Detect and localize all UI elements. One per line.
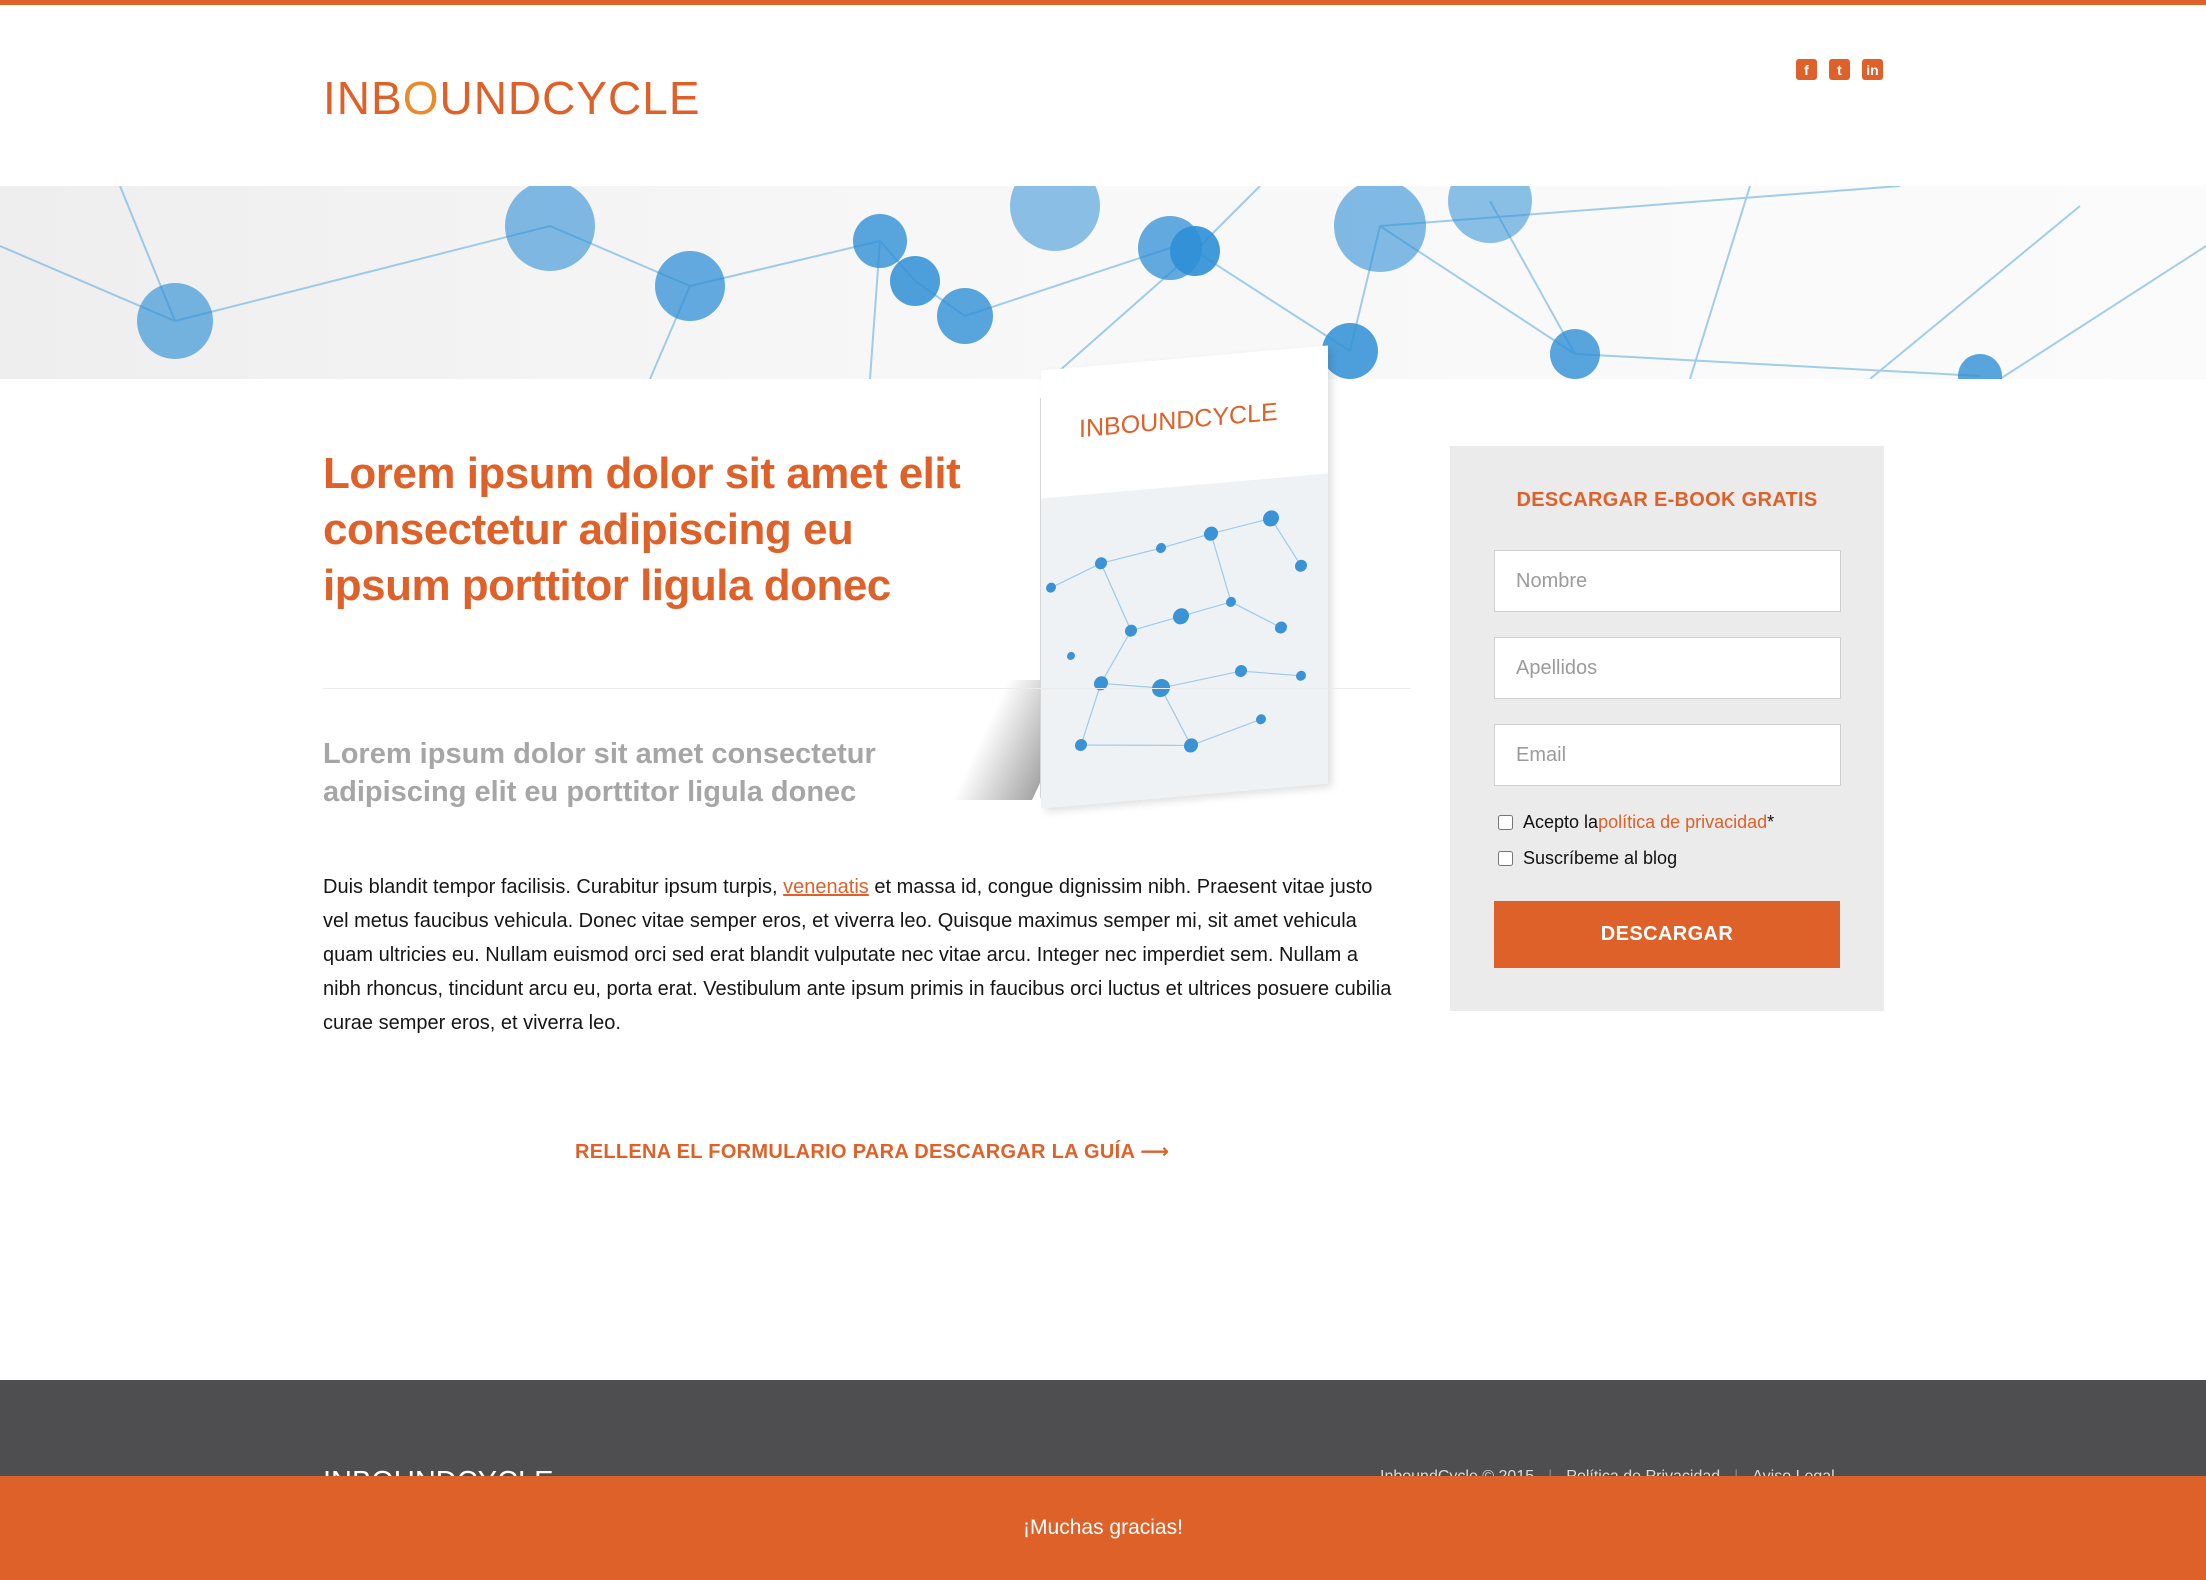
book-cover: INBOUNDCYCLE — [1041, 345, 1328, 809]
form-cta-link[interactable]: RELLENA EL FORMULARIO PARA DESCARGAR LA … — [575, 1139, 1169, 1164]
facebook-icon[interactable]: f — [1796, 59, 1817, 80]
download-button[interactable]: DESCARGAR — [1494, 901, 1840, 968]
social-links: f t in — [1796, 59, 1883, 80]
page-title: Lorem ipsum dolor sit amet elit consecte… — [323, 449, 961, 610]
brand-logo[interactable]: INBOUNDCYCLE — [323, 75, 701, 121]
linkedin-icon[interactable]: in — [1862, 59, 1883, 80]
page-subtitle: Lorem ipsum dolor sit amet consectetur a… — [323, 738, 876, 808]
twitter-icon[interactable]: t — [1829, 59, 1850, 80]
privacy-policy-link[interactable]: política de privacidad — [1598, 812, 1767, 833]
first-name-input[interactable] — [1494, 550, 1841, 612]
download-form: DESCARGAR E-BOOK GRATIS Acepto la políti… — [1450, 446, 1884, 1011]
content-divider — [323, 688, 1411, 689]
body-inline-link[interactable]: venenatis — [783, 876, 869, 898]
thank-you-message: ¡Muchas gracias! — [1023, 1516, 1183, 1539]
book-logo: INBOUNDCYCLE — [1079, 397, 1278, 444]
last-name-input[interactable] — [1494, 637, 1841, 699]
subscribe-row: Suscríbeme al blog — [1498, 848, 1677, 869]
subscribe-checkbox[interactable] — [1498, 851, 1513, 866]
book-network-art — [1041, 473, 1328, 809]
thank-you-bar: ¡Muchas gracias! — [0, 1476, 2206, 1580]
privacy-consent-row: Acepto la política de privacidad * — [1498, 812, 1774, 833]
form-title: DESCARGAR E-BOOK GRATIS — [1516, 489, 1818, 511]
ebook-cover-image: INBOUNDCYCLE — [952, 340, 1340, 810]
email-input[interactable] — [1494, 724, 1841, 786]
header: INBOUNDCYCLE f t in — [0, 5, 2206, 186]
privacy-checkbox[interactable] — [1498, 815, 1513, 830]
body-paragraph: Duis blandit tempor facilisis. Curabitur… — [323, 876, 1392, 1034]
